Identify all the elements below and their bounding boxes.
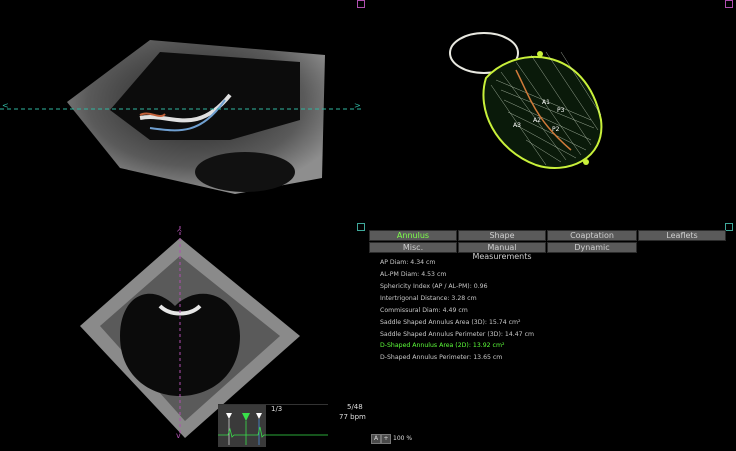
posterior-point[interactable] [583, 159, 589, 165]
measurement-d-shaped-perimeter: D-Shaped Annulus Perimeter: 13.65 cm [380, 354, 503, 361]
plane-handle-left[interactable]: < [2, 101, 9, 110]
tab-misc[interactable]: Misc. [369, 242, 457, 253]
label-a2: A2 [533, 117, 541, 124]
measurement-intertrigonal-distance: Intertrigonal Distance: 3.28 cm [380, 295, 477, 302]
cine-loop-index: 1/3 [271, 405, 283, 413]
measurement-commissural-diam: Commissural Diam: 4.49 cm [380, 307, 468, 314]
tab-manual-measurements[interactable]: Manual Measurements [458, 242, 546, 261]
plane-handle-bottom[interactable]: v [176, 431, 181, 440]
measurement-saddle-area: Saddle Shaped Annulus Area (3D): 15.74 c… [380, 319, 521, 326]
mitral-annulus-3d-model: A1 A2 A3 P2 P3 [449, 32, 603, 169]
plane-handle-top[interactable]: ^ [176, 228, 183, 237]
annulus-outline [482, 56, 603, 169]
tab-shape[interactable]: Shape [458, 230, 546, 241]
label-p3: P3 [557, 107, 565, 114]
tab-leaflets[interactable]: Leaflets [638, 230, 726, 241]
measurement-ap-diam: AP Diam: 4.34 cm [380, 259, 436, 266]
view-corner-marker [357, 0, 365, 8]
zoom-minus-button[interactable]: A [371, 434, 381, 444]
mitral-model-view[interactable]: A1 A2 A3 P2 P3 [366, 0, 736, 228]
echo-view-top-left[interactable]: < > [0, 0, 362, 222]
measurement-d-shaped-area[interactable]: D-Shaped Annulus Area (2D): 13.92 cm² [380, 342, 504, 349]
view-corner-marker [725, 223, 733, 231]
tab-dynamic[interactable]: Dynamic [547, 242, 637, 253]
heart-rate: 77 bpm [339, 413, 366, 421]
measurement-saddle-perimeter: Saddle Shaped Annulus Perimeter (3D): 14… [380, 331, 535, 338]
echo-image-long-axis: < > [0, 40, 362, 194]
anterior-point[interactable] [537, 51, 543, 57]
zoom-plus-button[interactable]: + [381, 434, 391, 444]
label-a3: A3 [513, 122, 521, 129]
frame-counter: 5/48 [347, 403, 363, 411]
measurement-al-pm-diam: AL-PM Diam: 4.53 cm [380, 271, 447, 278]
plane-handle-right[interactable]: > [354, 101, 361, 110]
view-corner-marker [725, 0, 733, 8]
zoom-level: 100 % [393, 435, 413, 442]
measurement-sphericity-index: Sphericity Index (AP / AL-PM): 0.96 [380, 283, 488, 290]
label-p2: P2 [552, 126, 560, 133]
tab-coaptation[interactable]: Coaptation [547, 230, 637, 241]
tab-annulus[interactable]: Annulus [369, 230, 457, 241]
label-a1: A1 [542, 99, 550, 106]
